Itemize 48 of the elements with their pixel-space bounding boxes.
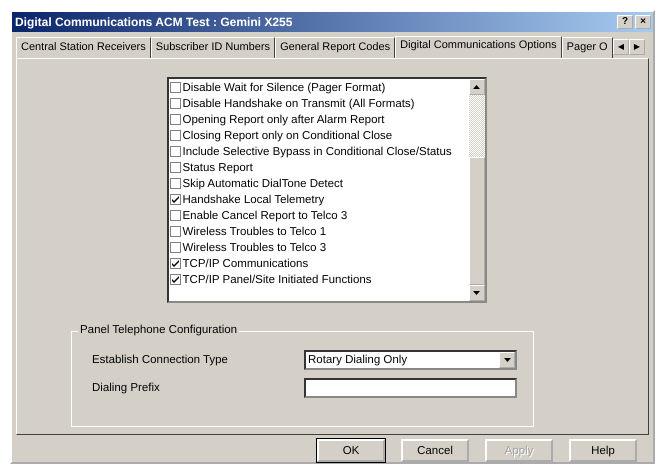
checkbox[interactable] — [170, 274, 180, 286]
option-label: Closing Report only on Conditional Close — [182, 130, 392, 142]
scrollbar[interactable] — [468, 78, 484, 301]
option-label: TCP/IP Panel/Site Initiated Functions — [182, 274, 372, 286]
checkbox[interactable] — [170, 210, 180, 222]
option-label: Status Report — [182, 162, 253, 174]
tab[interactable]: Central Station Receivers — [16, 36, 151, 58]
option-label: Disable Wait for Silence (Pager Format) — [182, 82, 386, 94]
checkbox[interactable] — [170, 82, 180, 94]
field-label: Establish Connection Type — [92, 354, 229, 366]
option-label: Opening Report only after Alarm Report — [182, 114, 384, 126]
checkbox[interactable] — [170, 130, 180, 142]
dropdown[interactable]: Rotary Dialing Only — [304, 350, 517, 370]
tab[interactable]: Digital Communications Options — [395, 36, 562, 58]
dialog-button[interactable]: OK — [317, 439, 385, 462]
scroll-down-icon[interactable] — [468, 284, 484, 301]
option-label: Skip Automatic DialTone Detect — [182, 178, 343, 190]
option-label: Include Selective Bypass in Conditional Close/Status — [182, 146, 452, 158]
checkbox[interactable] — [170, 114, 180, 126]
field-label: Dialing Prefix — [92, 382, 161, 394]
caret-icon[interactable] — [499, 352, 515, 368]
option-label: Handshake Local Telemetry — [182, 194, 324, 206]
checkbox[interactable] — [170, 194, 180, 206]
option-label: TCP/IP Communications — [182, 258, 308, 270]
scroll-right-button[interactable]: ▶ — [629, 38, 645, 55]
scroll-thumb[interactable] — [468, 156, 484, 285]
option-label: Enable Cancel Report to Telco 3 — [182, 210, 348, 222]
checkbox[interactable] — [170, 98, 180, 110]
option-label: Wireless Troubles to Telco 3 — [182, 242, 326, 254]
window-title: Digital Communications ACM Test : Gemini X255 — [15, 14, 292, 29]
checkbox[interactable] — [170, 146, 180, 158]
checkbox[interactable] — [170, 162, 180, 174]
checkbox[interactable] — [170, 178, 180, 190]
checkbox[interactable] — [170, 258, 180, 270]
checkbox[interactable] — [170, 226, 180, 238]
tab[interactable]: Subscriber ID Numbers — [150, 36, 276, 58]
scroll-left-button[interactable]: ◀ — [613, 38, 629, 55]
input-field[interactable] — [304, 378, 517, 398]
checkbox[interactable] — [170, 242, 180, 254]
dialog-button[interactable]: Cancel — [401, 439, 469, 462]
close-button[interactable]: × — [635, 14, 651, 29]
dialog-button[interactable]: Help — [569, 439, 637, 462]
help-button[interactable]: ? — [617, 14, 633, 29]
option-label: Disable Handshake on Transmit (All Formats) — [182, 98, 414, 110]
group-title: Panel Telephone Configuration — [78, 324, 240, 336]
scroll-up-icon[interactable] — [468, 78, 484, 95]
option-label: Wireless Troubles to Telco 1 — [182, 226, 326, 238]
tab[interactable]: Pager O — [562, 36, 613, 58]
